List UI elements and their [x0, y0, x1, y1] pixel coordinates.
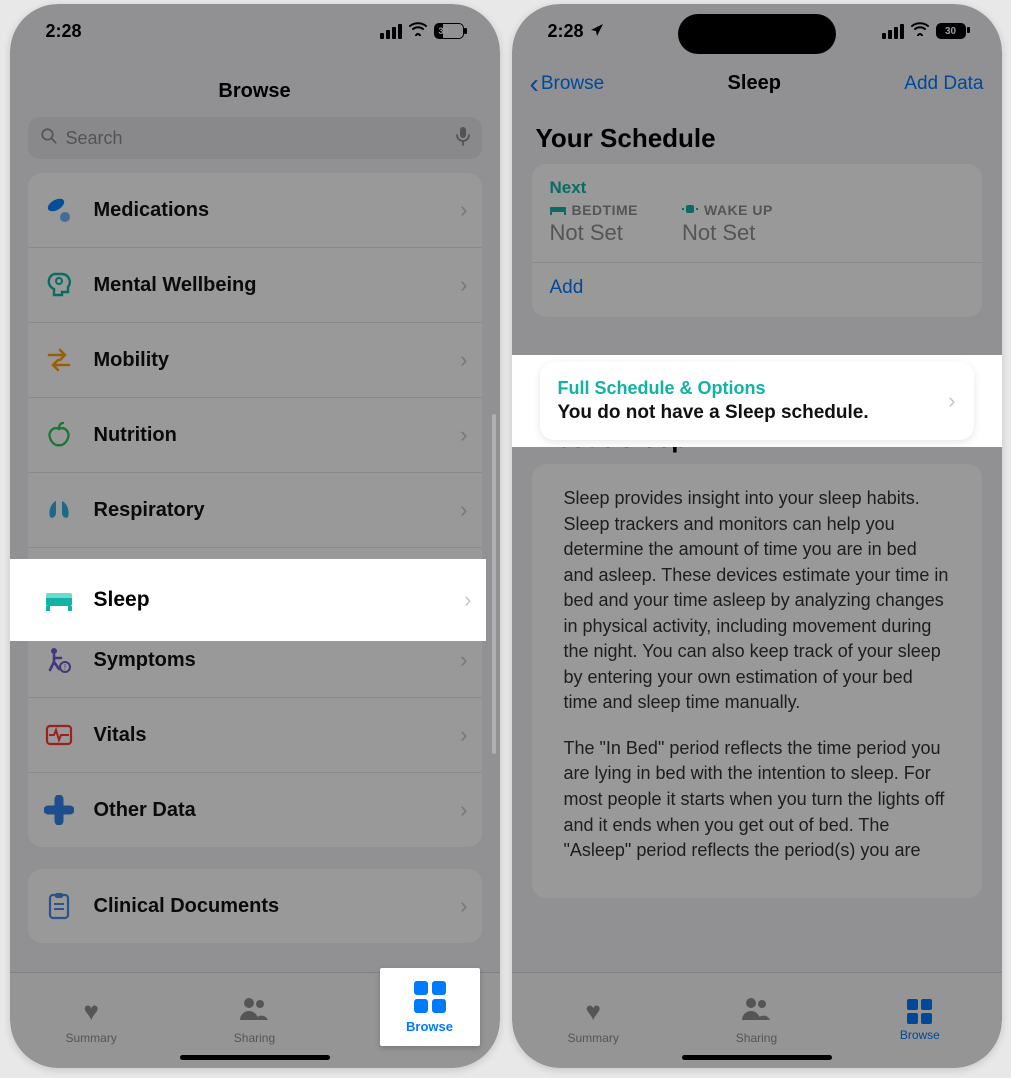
- lungs-icon: [42, 493, 76, 527]
- battery-icon: 30: [434, 23, 464, 39]
- wifi-icon: [910, 21, 930, 41]
- page-title: Browse: [10, 58, 500, 117]
- chevron-right-icon: ›: [460, 893, 467, 919]
- full-schedule-title: Full Schedule & Options: [558, 378, 949, 399]
- status-time: 2:28: [46, 21, 82, 42]
- category-sleep[interactable]: Sleep ›: [10, 559, 486, 641]
- tab-sharing[interactable]: Sharing: [173, 973, 336, 1068]
- tab-summary[interactable]: ♥ Summary: [10, 973, 173, 1068]
- search-placeholder: Search: [66, 128, 456, 149]
- category-clinical-documents[interactable]: Clinical Documents›: [28, 869, 482, 943]
- tab-sharing[interactable]: Sharing: [675, 973, 838, 1068]
- next-label: Next: [550, 178, 964, 198]
- category-nutrition[interactable]: Nutrition›: [28, 398, 482, 473]
- dynamic-island: [678, 14, 836, 54]
- full-schedule-row[interactable]: Full Schedule & Options You do not have …: [512, 355, 1002, 447]
- bedtime-value: Not Set: [550, 220, 639, 246]
- chevron-right-icon: ›: [460, 497, 467, 523]
- chevron-right-icon: ›: [460, 647, 467, 673]
- status-time: 2:28: [548, 21, 584, 42]
- heart-icon: ♥: [83, 996, 98, 1027]
- category-mobility[interactable]: Mobility›: [28, 323, 482, 398]
- grid-icon: [907, 999, 932, 1024]
- chevron-right-icon: ›: [948, 388, 955, 414]
- alarm-small-icon: [682, 202, 698, 218]
- about-sleep-card: Sleep provides insight into your sleep h…: [532, 464, 982, 898]
- wakeup-value: Not Set: [682, 220, 773, 246]
- brain-icon: [42, 268, 76, 302]
- category-vitals[interactable]: Vitals›: [28, 698, 482, 773]
- schedule-card: Next BEDTIME Not Set WAKE UP Not Set Add: [532, 164, 982, 317]
- people-icon: [238, 996, 270, 1027]
- heart-icon: ♥: [585, 996, 600, 1027]
- tab-browse[interactable]: Browse: [838, 973, 1001, 1068]
- chevron-right-icon: ›: [460, 797, 467, 823]
- apple-icon: [42, 418, 76, 452]
- category-respiratory[interactable]: Respiratory›: [28, 473, 482, 548]
- ecg-icon: [42, 718, 76, 752]
- plus-icon: [42, 793, 76, 827]
- nav-bar: ‹ Browse Sleep Add Data: [512, 58, 1002, 109]
- tab-summary[interactable]: ♥ Summary: [512, 973, 675, 1068]
- symptom-icon: !: [42, 643, 76, 677]
- search-input[interactable]: Search: [28, 117, 482, 159]
- location-icon: [590, 21, 604, 42]
- home-indicator[interactable]: [682, 1055, 832, 1060]
- back-button[interactable]: ‹ Browse: [530, 73, 605, 95]
- chevron-right-icon: ›: [460, 272, 467, 298]
- categories-list: Medications› Mental Wellbeing› Mobility›…: [28, 173, 482, 847]
- category-medications[interactable]: Medications›: [28, 173, 482, 248]
- bed-small-icon: [550, 202, 566, 218]
- about-paragraph-2: The "In Bed" period reflects the time pe…: [538, 732, 976, 880]
- bedtime-block: BEDTIME Not Set: [550, 202, 639, 246]
- svg-text:!: !: [63, 663, 65, 672]
- chevron-right-icon: ›: [464, 587, 471, 613]
- clipboard-icon: [42, 889, 76, 923]
- chevron-right-icon: ›: [460, 422, 467, 448]
- grid-icon: [414, 981, 446, 1013]
- cellular-icon: [380, 24, 402, 39]
- chevron-right-icon: ›: [460, 197, 467, 223]
- your-schedule-title: Your Schedule: [512, 109, 1002, 164]
- add-data-button[interactable]: Add Data: [904, 73, 983, 95]
- scroll-indicator: [492, 194, 496, 958]
- home-indicator[interactable]: [180, 1055, 330, 1060]
- dictate-icon[interactable]: [456, 126, 470, 151]
- pill-icon: [42, 193, 76, 227]
- about-paragraph-1: Sleep provides insight into your sleep h…: [538, 482, 976, 732]
- chevron-right-icon: ›: [460, 722, 467, 748]
- arrows-icon: [42, 343, 76, 377]
- battery-icon: 30: [936, 23, 966, 39]
- category-mental-wellbeing[interactable]: Mental Wellbeing›: [28, 248, 482, 323]
- phone-browse-screen: 2:28 30 Browse Search Medications›: [10, 4, 500, 1068]
- chevron-right-icon: ›: [460, 347, 467, 373]
- tab-browse[interactable]: Browse: [380, 968, 480, 1046]
- wakeup-block: WAKE UP Not Set: [682, 202, 773, 246]
- chevron-left-icon: ‹: [530, 77, 539, 91]
- status-bar: 2:28 30: [10, 4, 500, 58]
- add-schedule-button[interactable]: Add: [550, 263, 964, 303]
- tab-bar: ♥ Summary Sharing Browse: [512, 972, 1002, 1068]
- cellular-icon: [882, 24, 904, 39]
- phone-sleep-screen: 2:28 30 ‹ Browse Sleep Add Data Your Sch…: [512, 4, 1002, 1068]
- wifi-icon: [408, 21, 428, 41]
- people-icon: [740, 996, 772, 1027]
- clinical-list: Clinical Documents›: [28, 869, 482, 943]
- search-icon: [40, 127, 58, 150]
- bed-icon: [42, 583, 76, 617]
- full-schedule-subtitle: You do not have a Sleep schedule.: [558, 402, 949, 424]
- category-other-data[interactable]: Other Data›: [28, 773, 482, 847]
- nav-title: Sleep: [728, 72, 781, 95]
